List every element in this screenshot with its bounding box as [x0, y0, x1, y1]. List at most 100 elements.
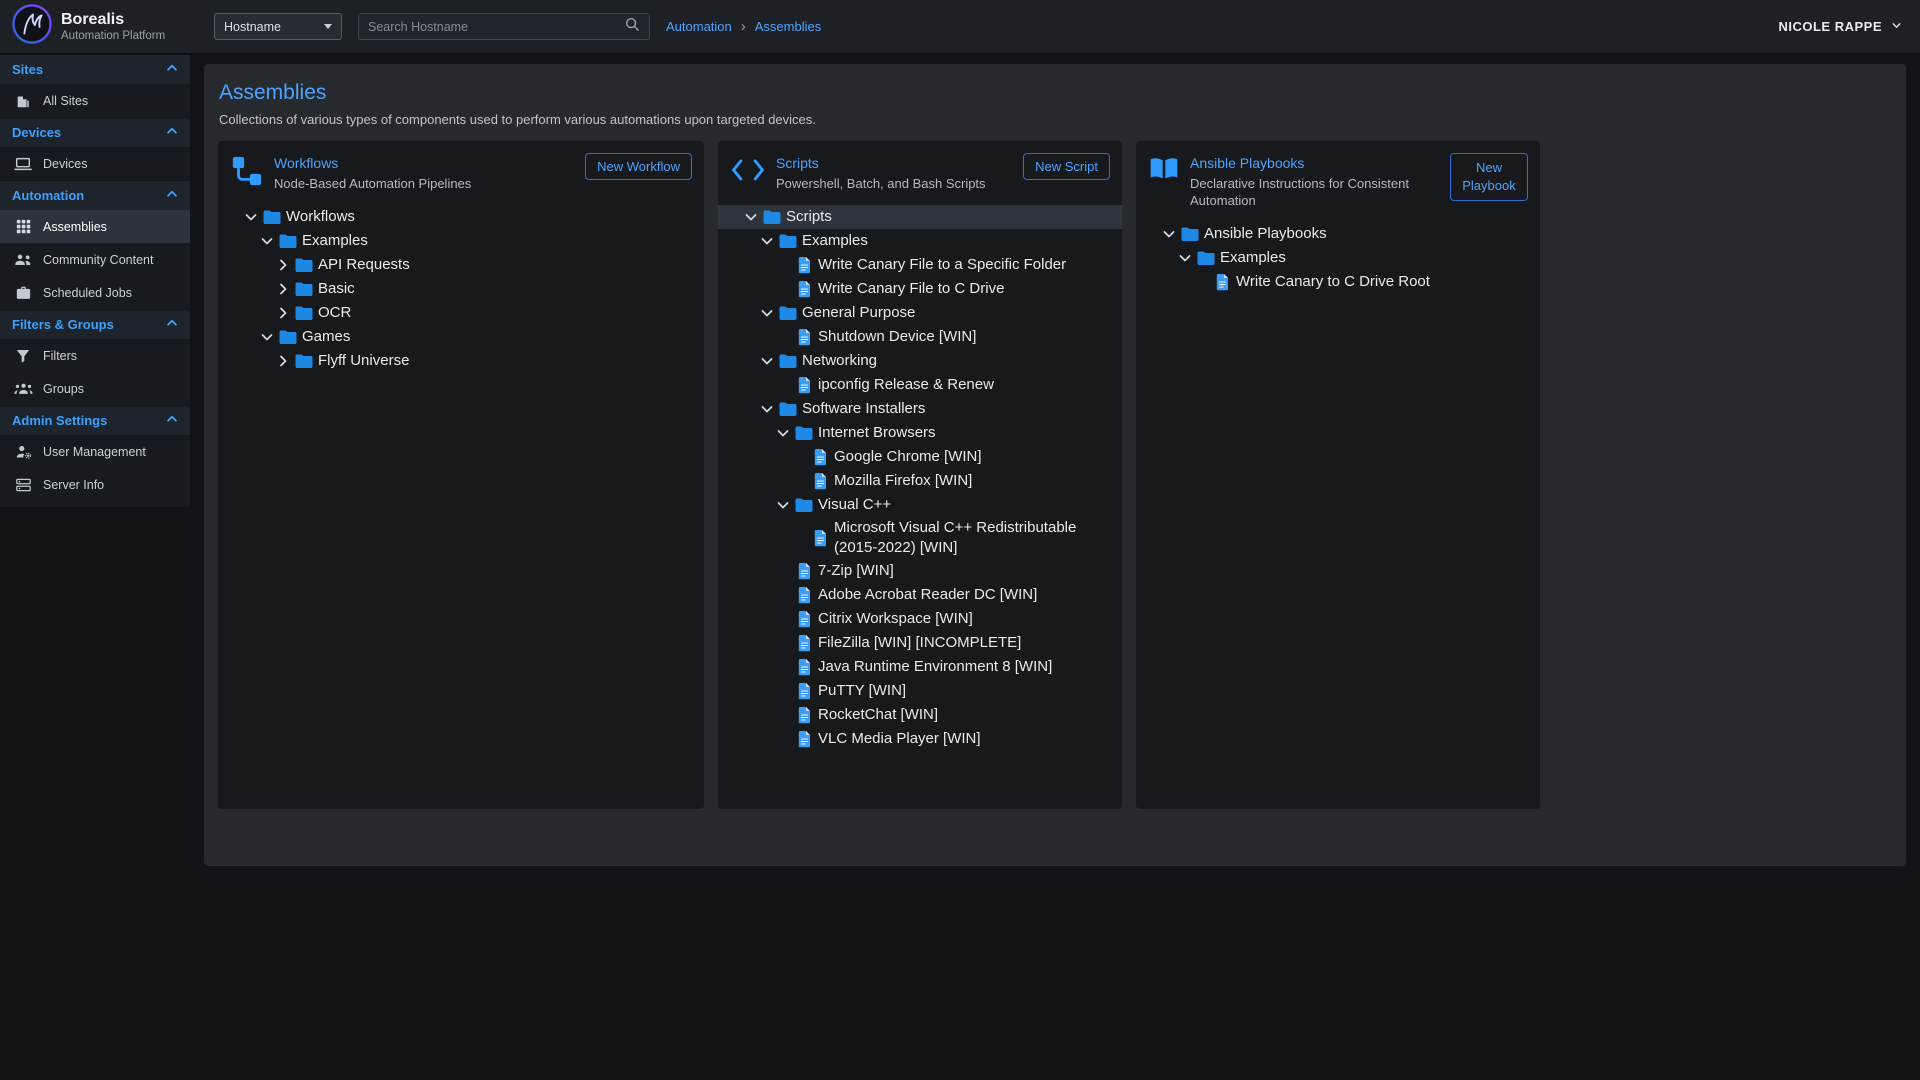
file-icon [792, 658, 816, 676]
chevron-right-icon[interactable] [274, 256, 292, 274]
chevron-down-icon[interactable] [758, 304, 776, 322]
search-icon[interactable] [624, 16, 640, 37]
sidebar-item-server-info[interactable]: Server Info [0, 468, 190, 501]
sidebar-section-devices[interactable]: Devices [0, 117, 190, 147]
tree-file-row[interactable]: Shutdown Device [WIN] [718, 325, 1122, 349]
chevron-down-icon[interactable] [742, 208, 760, 226]
tree-folder-row[interactable]: Visual C++ [718, 493, 1122, 517]
indent-spacer [774, 376, 792, 394]
scripts-tree: ScriptsExamplesWrite Canary File to a Sp… [730, 205, 1110, 751]
new-script-button[interactable]: New Script [1023, 153, 1110, 180]
tree-file-row[interactable]: Write Canary to C Drive Root [1136, 270, 1540, 294]
tree-folder-row[interactable]: Scripts [718, 205, 1122, 229]
tree-file-row[interactable]: Adobe Acrobat Reader DC [WIN] [718, 583, 1122, 607]
sidebar-item-assemblies[interactable]: Assemblies [0, 210, 190, 243]
chevron-down-icon[interactable] [258, 232, 276, 250]
tree-file-row[interactable]: Citrix Workspace [WIN] [718, 607, 1122, 631]
tree-file-row[interactable]: PuTTY [WIN] [718, 679, 1122, 703]
search-input[interactable] [368, 20, 624, 34]
tree-item-label: OCR [318, 303, 351, 323]
chevron-down-icon[interactable] [242, 208, 260, 226]
server-icon [13, 478, 33, 492]
tree-folder-row[interactable]: Examples [218, 229, 704, 253]
tree-file-row[interactable]: Microsoft Visual C++ Redistributable (20… [718, 517, 1122, 559]
sidebar-item-devices[interactable]: Devices [0, 147, 190, 180]
playbooks-title: Ansible Playbooks [1190, 155, 1440, 171]
file-icon [808, 529, 832, 547]
sidebar-item-user-management[interactable]: User Management [0, 435, 190, 468]
sidebar-item-scheduled-jobs[interactable]: Scheduled Jobs [0, 276, 190, 309]
sidebar-item-all-sites[interactable]: All Sites [0, 84, 190, 117]
sidebar-item-community-content[interactable]: Community Content [0, 243, 190, 276]
sidebar-section-filters-groups[interactable]: Filters & Groups [0, 309, 190, 339]
user-menu[interactable]: NICOLE RAPPE [1778, 18, 1904, 36]
chevron-up-icon [164, 186, 180, 205]
tree-file-row[interactable]: Google Chrome [WIN] [718, 445, 1122, 469]
tree-item-label: FileZilla [WIN] [INCOMPLETE] [818, 633, 1021, 653]
grid-icon [13, 219, 33, 234]
tree-file-row[interactable]: ipconfig Release & Renew [718, 373, 1122, 397]
indent-spacer [1192, 273, 1210, 291]
tree-folder-row[interactable]: Internet Browsers [718, 421, 1122, 445]
tree-folder-row[interactable]: General Purpose [718, 301, 1122, 325]
sidebar-section-admin-settings[interactable]: Admin Settings [0, 405, 190, 435]
tree-folder-row[interactable]: Basic [218, 277, 704, 301]
tree-folder-row[interactable]: Workflows [218, 205, 704, 229]
brand-name: Borealis [61, 11, 165, 29]
file-icon [792, 280, 816, 298]
chevron-down-icon[interactable] [758, 232, 776, 250]
new-workflow-button[interactable]: New Workflow [585, 153, 692, 180]
sidebar-section-automation[interactable]: Automation [0, 180, 190, 210]
tree-item-label: RocketChat [WIN] [818, 705, 938, 725]
tree-file-row[interactable]: Java Runtime Environment 8 [WIN] [718, 655, 1122, 679]
tree-file-row[interactable]: FileZilla [WIN] [INCOMPLETE] [718, 631, 1122, 655]
section-label: Admin Settings [12, 413, 107, 428]
chevron-down-icon[interactable] [758, 352, 776, 370]
tree-folder-row[interactable]: Ansible Playbooks [1136, 222, 1540, 246]
people-icon [13, 253, 33, 266]
indent-spacer [774, 280, 792, 298]
tree-folder-row[interactable]: Games [218, 325, 704, 349]
tree-item-label: Games [302, 327, 350, 347]
tree-file-row[interactable]: RocketChat [WIN] [718, 703, 1122, 727]
file-icon [808, 472, 832, 490]
chevron-down-icon[interactable] [774, 496, 792, 514]
hostname-select[interactable]: Hostname [214, 13, 342, 40]
sidebar-section-sites[interactable]: Sites [0, 54, 190, 84]
tree-file-row[interactable]: Write Canary File to C Drive [718, 277, 1122, 301]
tree-file-row[interactable]: 7-Zip [WIN] [718, 559, 1122, 583]
tree-folder-row[interactable]: Networking [718, 349, 1122, 373]
chevron-down-icon[interactable] [758, 400, 776, 418]
file-icon [792, 562, 816, 580]
breadcrumb-assemblies[interactable]: Assemblies [755, 19, 821, 34]
folder-icon [1194, 250, 1218, 266]
workflows-tree: WorkflowsExamplesAPI RequestsBasicOCRGam… [230, 205, 692, 373]
chevron-down-icon[interactable] [1160, 225, 1178, 243]
chevron-right-icon[interactable] [274, 304, 292, 322]
tree-folder-row[interactable]: Examples [1136, 246, 1540, 270]
tree-item-label: Shutdown Device [WIN] [818, 327, 976, 347]
new-playbook-button[interactable]: New Playbook [1450, 153, 1528, 201]
tree-file-row[interactable]: VLC Media Player [WIN] [718, 727, 1122, 751]
tree-folder-row[interactable]: OCR [218, 301, 704, 325]
tree-file-row[interactable]: Mozilla Firefox [WIN] [718, 469, 1122, 493]
tree-folder-row[interactable]: Examples [718, 229, 1122, 253]
folder-icon [776, 353, 800, 369]
sidebar-item-label: Devices [43, 157, 87, 171]
chevron-right-icon[interactable] [274, 280, 292, 298]
tree-folder-row[interactable]: Flyff Universe [218, 349, 704, 373]
top-bar: Borealis Automation Platform Hostname Au… [0, 0, 1920, 54]
tree-folder-row[interactable]: API Requests [218, 253, 704, 277]
chevron-down-icon[interactable] [774, 424, 792, 442]
tree-file-row[interactable]: Write Canary File to a Specific Folder [718, 253, 1122, 277]
chevron-down-icon[interactable] [258, 328, 276, 346]
file-icon [792, 634, 816, 652]
tree-folder-row[interactable]: Software Installers [718, 397, 1122, 421]
chevron-right-icon[interactable] [274, 352, 292, 370]
breadcrumb-automation[interactable]: Automation [666, 19, 732, 34]
sidebar-item-filters[interactable]: Filters [0, 339, 190, 372]
tree-item-label: Basic [318, 279, 355, 299]
chevron-down-icon[interactable] [1176, 249, 1194, 267]
sidebar-item-groups[interactable]: Groups [0, 372, 190, 405]
section-label: Sites [12, 62, 43, 77]
